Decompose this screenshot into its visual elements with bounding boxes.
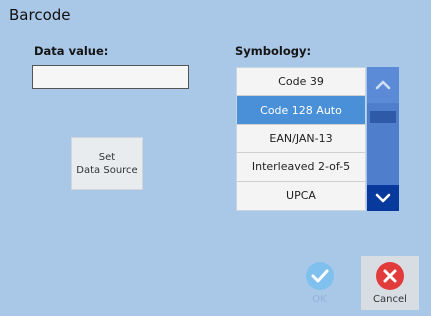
cancel-button[interactable]: Cancel xyxy=(361,256,419,310)
symbology-item-interleaved-2-of-5[interactable]: Interleaved 2-of-5 xyxy=(237,153,365,182)
data-value-input[interactable] xyxy=(32,65,189,89)
symbology-item-code-39[interactable]: Code 39 xyxy=(237,68,365,97)
checkmark-icon xyxy=(305,262,334,290)
close-icon xyxy=(376,262,404,290)
ok-label: OK xyxy=(312,294,327,305)
symbology-label: Symbology: xyxy=(235,44,312,58)
scroll-thumb[interactable] xyxy=(370,111,396,123)
chevron-up-icon xyxy=(375,80,391,90)
data-value-label: Data value: xyxy=(34,44,109,58)
ok-button[interactable]: OK xyxy=(293,256,346,309)
set-data-source-button[interactable]: Set Data Source xyxy=(71,137,143,190)
chevron-down-icon xyxy=(375,193,391,203)
cancel-label: Cancel xyxy=(373,294,407,305)
symbology-item-ean-jan-13[interactable]: EAN/JAN-13 xyxy=(237,125,365,154)
scroll-down-button[interactable] xyxy=(367,185,399,211)
window-title: Barcode xyxy=(9,6,71,24)
symbology-item-code-128-auto[interactable]: Code 128 Auto xyxy=(237,96,365,125)
scroll-up-button[interactable] xyxy=(367,67,399,103)
symbology-list: Code 39 Code 128 Auto EAN/JAN-13 Interle… xyxy=(236,67,366,211)
symbology-item-upca[interactable]: UPCA xyxy=(237,182,365,210)
symbology-scrollbar[interactable] xyxy=(367,67,399,211)
